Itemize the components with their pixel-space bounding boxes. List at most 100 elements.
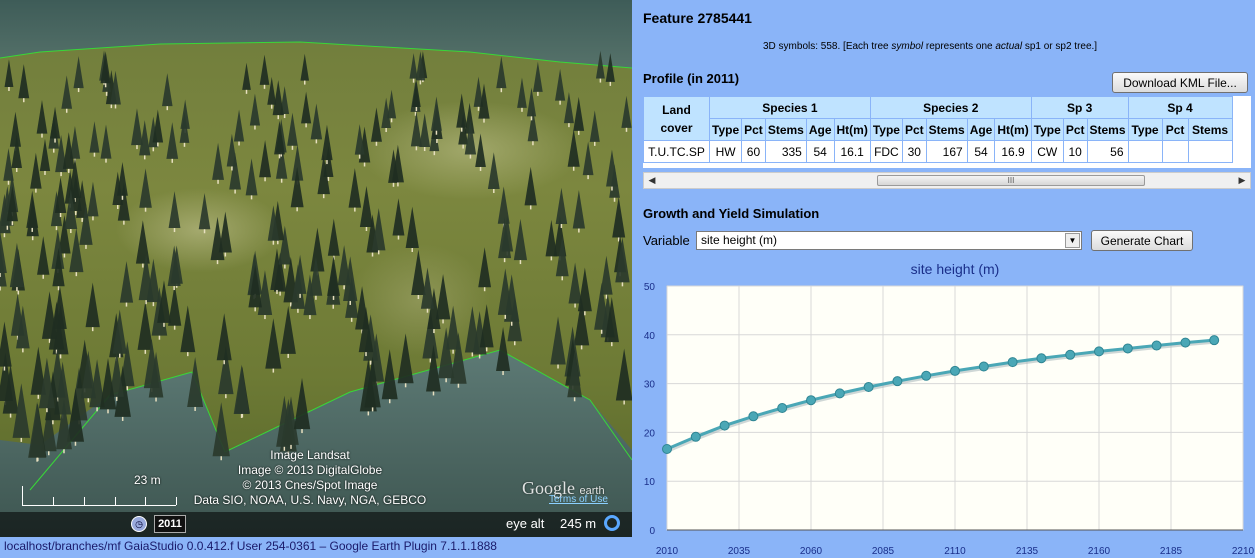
note-emphasis: symbol [891,41,924,52]
table-horizontal-scrollbar[interactable]: ◀ III ▶ [643,172,1251,189]
tree-symbol [456,93,468,128]
tree-symbol [573,96,585,131]
x-tick-label: 2035 [728,546,751,557]
data-point [1180,337,1191,348]
tree-symbol [139,168,152,208]
y-tick-label: 30 [644,380,656,391]
download-kml-button[interactable]: Download KML File... [1112,72,1248,93]
tree-symbol [61,75,73,109]
chart-title: site height (m) [911,261,1000,277]
tree-symbol [4,59,14,88]
clock-icon[interactable]: ◷ [131,516,147,532]
profile-table: Land cover Species 1 Species 2 Sp 3 Sp 4… [643,96,1233,163]
column-header: Stems [925,118,968,141]
profile-table-container[interactable]: Land cover Species 1 Species 2 Sp 3 Sp 4… [643,96,1251,168]
table-cell: HW [708,140,743,163]
tree-symbol [310,227,325,272]
tree-symbol [411,249,426,296]
table-cell: 10 [1062,140,1088,163]
data-point [1007,357,1018,368]
tree-symbol [218,211,232,253]
column-header: Type [869,118,903,141]
tree-symbol [526,87,537,117]
tree-symbol [545,219,558,257]
tree-symbol [496,56,507,89]
historical-year-chip[interactable]: 2011 [154,515,186,533]
column-header: Type [1127,118,1163,141]
table-cell: 16.1 [833,140,871,163]
tree-symbol [327,218,340,256]
tree-symbol [166,122,179,159]
scroll-right-icon[interactable]: ▶ [1236,174,1248,187]
data-point [662,443,672,454]
column-header: Pct [1161,118,1189,141]
column-header: Pct [901,118,927,141]
tree-symbol [85,282,100,328]
tree-symbol [161,73,173,107]
attribution-line: Image © 2013 DigitalGlobe [237,463,383,477]
feature-title: Feature 2785441 [643,10,752,26]
scroll-thumb[interactable]: III [877,175,1145,186]
eye-alt-value: 245 m [560,516,597,531]
tree-symbol [412,79,421,107]
y-tick-label: 50 [644,282,656,293]
tree-symbol [9,111,22,147]
tree-symbol [589,110,600,142]
tree-symbol [409,53,418,79]
table-group-header-row: Land cover Species 1 Species 2 Sp 3 Sp 4 [643,96,1233,141]
scroll-left-icon[interactable]: ◀ [646,174,658,187]
growth-yield-title: Growth and Yield Simulation [643,206,820,221]
tree-symbol [0,321,12,367]
tree-symbol [487,152,500,190]
distant-terrain [0,0,632,68]
tree-symbol [0,230,7,273]
tree-symbol [321,124,333,161]
variable-select[interactable]: site height (m) ▼ [696,231,1082,250]
tree-symbol [359,186,374,228]
tree-symbol [497,186,510,224]
sp3-header: Sp 3 [1030,96,1129,119]
globe-icon[interactable] [604,515,620,531]
data-point [978,361,989,372]
x-tick-label: 2085 [872,546,895,557]
column-header: Ht(m) [994,118,1032,141]
x-tick-label: 2185 [1160,546,1183,557]
status-bar: localhost/branches/mf GaiaStudio 0.0.412… [0,537,640,558]
tree-symbol [26,190,39,228]
tree-symbol [233,109,245,142]
symbols-note: 3D symbols: 558. [Each tree symbol repre… [763,41,1097,52]
tree-symbol [100,124,112,159]
data-point [921,370,932,381]
data-point [806,395,816,406]
data-point [892,376,903,387]
table-cell: 167 [925,140,968,163]
tree-symbol [555,187,568,224]
x-tick-label: 2135 [1016,546,1039,557]
tree-symbol [119,261,134,303]
variable-select-value: site height (m) [701,233,778,247]
tree-symbol [259,54,270,85]
table-cell [1161,140,1189,163]
species2-header: Species 2 [869,96,1032,119]
tree-symbol [233,364,250,414]
tree-symbol [168,191,181,229]
generate-chart-button[interactable]: Generate Chart [1091,230,1193,251]
table-cell: 335 [764,140,807,163]
terms-of-use-link[interactable]: Terms of Use [549,494,608,505]
tree-symbol [245,158,258,196]
column-header: Stems [1187,118,1233,141]
table-cell [1187,140,1233,163]
scale-bar [22,486,177,506]
earth-map-view[interactable]: 23 m Image Landsat Image © 2013 DigitalG… [0,0,632,537]
data-point [1065,349,1076,360]
tree-symbol [410,111,422,147]
tree-symbol [28,401,47,458]
table-cell: 30 [901,140,927,163]
attribution-line: © 2013 Cnes/Spot Image [242,478,378,492]
tree-symbol [259,139,272,178]
tree-symbol [577,267,592,312]
chevron-down-icon[interactable]: ▼ [1065,233,1080,248]
table-cell [1127,140,1163,163]
table-cell: 56 [1086,140,1129,163]
species1-header: Species 1 [709,96,871,119]
